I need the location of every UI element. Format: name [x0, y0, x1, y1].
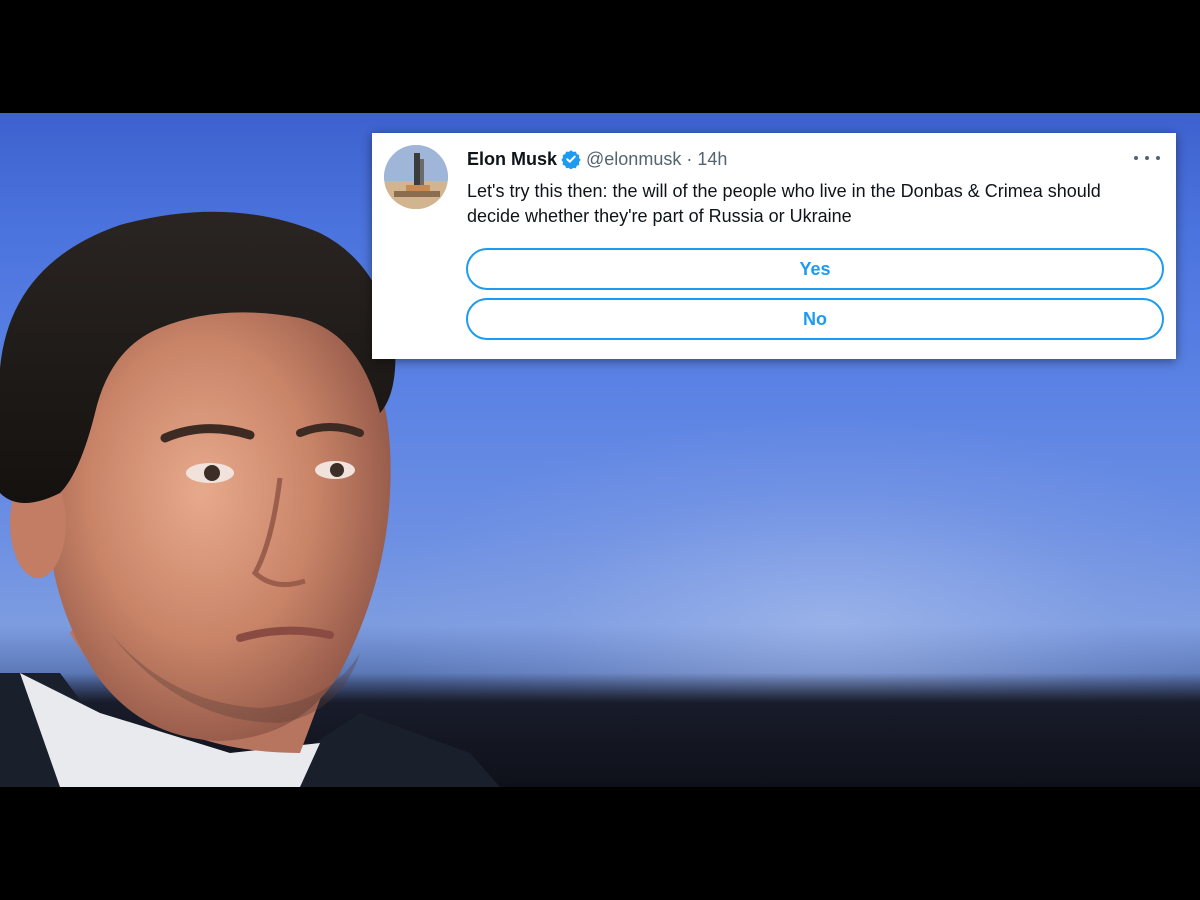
tweet-text: Let's try this then: the will of the peo…: [467, 181, 1101, 226]
avatar-image: [384, 145, 448, 209]
tweet-header: Elon Musk @elonmusk · 14h: [467, 147, 727, 171]
avatar[interactable]: [384, 145, 448, 209]
tweet-card: Elon Musk @elonmusk · 14h Let's try this…: [372, 133, 1176, 359]
verified-badge-icon: [561, 149, 581, 169]
letterbox-top: [0, 0, 1200, 113]
timestamp[interactable]: 14h: [697, 149, 727, 170]
poll-option-no[interactable]: No: [466, 298, 1164, 340]
handle[interactable]: @elonmusk: [586, 149, 681, 170]
display-name[interactable]: Elon Musk: [467, 149, 557, 170]
separator: ·: [686, 148, 693, 169]
poll-option-yes[interactable]: Yes: [466, 248, 1164, 290]
more-options-icon[interactable]: [1134, 147, 1160, 169]
letterbox-bottom: [0, 787, 1200, 900]
